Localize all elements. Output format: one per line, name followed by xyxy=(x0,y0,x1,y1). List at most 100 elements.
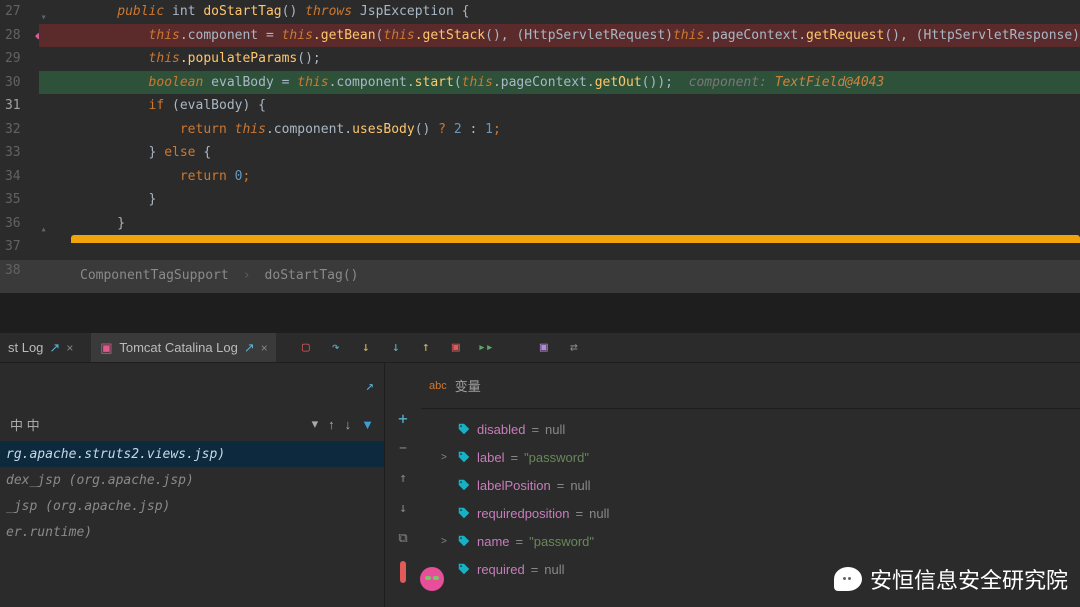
move-up-icon[interactable]: ↑ xyxy=(394,469,412,487)
variable-name: disabled xyxy=(477,422,525,437)
editor-gutter: 27 28 29 30 31 32 33 34 35 36 37 38 ◆ ✔ xyxy=(0,0,39,260)
equals-sign: = xyxy=(557,478,565,493)
step-out-icon[interactable]: ↑ xyxy=(418,340,434,356)
tag-icon xyxy=(457,562,471,576)
variables-list[interactable]: disabled = null > label = "password" labelP… xyxy=(421,409,1080,583)
line-number: 36 xyxy=(0,212,21,236)
variable-name: label xyxy=(477,450,504,465)
code-line[interactable]: ▾ public int doStartTag() throws JspExce… xyxy=(39,0,1080,24)
breadcrumb-class[interactable]: ComponentTagSupport xyxy=(80,268,229,283)
step-over-icon[interactable]: ↷ xyxy=(328,340,344,356)
equals-sign: = xyxy=(510,450,518,465)
filter-icon[interactable]: ▼ xyxy=(361,417,374,432)
expand-icon[interactable]: > xyxy=(441,452,451,463)
tag-icon xyxy=(457,450,471,464)
variable-name: requiredposition xyxy=(477,506,570,521)
add-watch-icon[interactable]: + xyxy=(394,409,412,427)
code-line-current[interactable]: boolean evalBody = this.component.start(… xyxy=(39,71,1080,95)
equals-sign: = xyxy=(576,506,584,521)
breadcrumb[interactable]: ComponentTagSupport › doStartTag() xyxy=(0,260,1080,293)
force-step-into-icon[interactable]: ↓ xyxy=(388,340,404,356)
move-down-icon[interactable]: ↓ xyxy=(394,499,412,517)
line-number: 27 xyxy=(0,0,21,24)
code-line[interactable] xyxy=(39,235,1080,259)
progress-bar xyxy=(71,235,1080,243)
variable-row[interactable]: required = null xyxy=(441,555,1080,583)
threads-selector[interactable]: 中 中 ▾ ↑ ↓ ▼ xyxy=(0,409,384,439)
open-external-icon[interactable]: ↗ xyxy=(244,340,255,356)
terminal-icon: ▣ xyxy=(99,341,113,355)
step-into-icon[interactable]: ↓ xyxy=(358,340,374,356)
arrow-down-icon[interactable]: ↓ xyxy=(345,417,352,432)
line-number: 34 xyxy=(0,165,21,189)
line-number: 30 xyxy=(0,71,21,95)
variable-row[interactable]: > name = "password" xyxy=(441,527,1080,555)
line-number: 32 xyxy=(0,118,21,142)
variable-row[interactable]: disabled = null xyxy=(441,415,1080,443)
line-number: 37 xyxy=(0,235,21,259)
line-number: 33 xyxy=(0,141,21,165)
vars-gutter: + − ↑ ↓ ⧉ xyxy=(385,363,421,607)
remove-watch-icon[interactable]: − xyxy=(394,439,412,457)
variable-name: name xyxy=(477,534,510,549)
threads-label: 中 中 xyxy=(10,415,40,434)
frame-item[interactable]: rg.apache.struts2.views.jsp) xyxy=(0,441,384,467)
variable-name: labelPosition xyxy=(477,478,551,493)
close-icon[interactable]: × xyxy=(66,341,73,355)
tool-tab-bar: st Log ↗ × ▣ Tomcat Catalina Log ↗ × ▢ ↷… xyxy=(0,333,1080,363)
show-execution-point-icon[interactable]: ▢ xyxy=(298,340,314,356)
code-area[interactable]: ▾ public int doStartTag() throws JspExce… xyxy=(39,0,1080,260)
debug-toolwindow: st Log ↗ × ▣ Tomcat Catalina Log ↗ × ▢ ↷… xyxy=(0,333,1080,607)
close-icon[interactable]: × xyxy=(261,341,268,355)
equals-sign: = xyxy=(516,534,524,549)
frame-item[interactable]: _jsp (org.apache.jsp) xyxy=(0,493,384,519)
tag-icon xyxy=(457,422,471,436)
evaluate-icon[interactable]: ▣ xyxy=(536,340,552,356)
code-line[interactable]: this.populateParams(); xyxy=(39,47,1080,71)
settings-icon[interactable]: ⇄ xyxy=(566,340,582,356)
tag-icon xyxy=(457,506,471,520)
expand-icon[interactable]: > xyxy=(441,536,451,547)
frames-panel: ↗ 中 中 ▾ ↑ ↓ ▼ rg.apache.struts2.views.js… xyxy=(0,363,385,607)
chevron-down-icon[interactable]: ▾ xyxy=(312,416,319,432)
code-line[interactable]: return 0; xyxy=(39,165,1080,189)
code-line[interactable]: } xyxy=(39,188,1080,212)
tool-tab-stlog[interactable]: st Log ↗ × xyxy=(0,333,81,362)
code-line[interactable]: if (evalBody) { xyxy=(39,94,1080,118)
separator-strip xyxy=(0,293,1080,333)
run-to-cursor-icon[interactable]: ▸▸ xyxy=(478,340,494,356)
tab-label: st Log xyxy=(8,340,43,355)
line-number: 28 xyxy=(0,24,21,48)
arrow-up-icon[interactable]: ↑ xyxy=(328,417,335,432)
variable-row[interactable]: > label = "password" xyxy=(441,443,1080,471)
open-external-icon[interactable]: ↗ xyxy=(49,340,60,356)
avatar-icon[interactable] xyxy=(420,567,444,591)
frame-item[interactable]: dex_jsp (org.apache.jsp) xyxy=(0,467,384,493)
variable-value: null xyxy=(589,506,609,521)
code-line[interactable]: } else { xyxy=(39,141,1080,165)
variable-value: null xyxy=(545,422,565,437)
line-number: 35 xyxy=(0,188,21,212)
code-line[interactable]: return this.component.usesBody() ? 2 : 1… xyxy=(39,118,1080,142)
variable-row[interactable]: labelPosition = null xyxy=(441,471,1080,499)
drop-frame-icon[interactable]: ▣ xyxy=(448,340,464,356)
breadcrumb-method[interactable]: doStartTag() xyxy=(265,268,359,283)
equals-sign: = xyxy=(531,562,539,577)
variable-value: "password" xyxy=(524,450,589,465)
debug-toolbar: ▢ ↷ ↓ ↓ ↑ ▣ ▸▸ ▣ ⇄ xyxy=(286,340,582,356)
tag-icon xyxy=(457,534,471,548)
variable-row[interactable]: requiredposition = null xyxy=(441,499,1080,527)
copy-icon[interactable]: ⧉ xyxy=(394,529,412,547)
open-external-icon[interactable]: ↗ xyxy=(366,378,374,394)
scroll-marker xyxy=(400,561,406,583)
code-line[interactable]: this.component = this.getBean(this.getSt… xyxy=(39,24,1080,48)
variables-panel: abc 变量 disabled = null>label = "password… xyxy=(421,363,1080,607)
tool-tab-catalina[interactable]: ▣ Tomcat Catalina Log ↗ × xyxy=(91,333,275,362)
code-line[interactable]: ▴ } xyxy=(39,212,1080,236)
frame-item[interactable]: er.runtime) xyxy=(0,519,384,545)
line-number: 38 xyxy=(0,259,21,283)
tag-icon xyxy=(457,478,471,492)
variable-value: "password" xyxy=(529,534,594,549)
abc-icon: abc xyxy=(429,380,447,392)
frames-list[interactable]: rg.apache.struts2.views.jsp)dex_jsp (org… xyxy=(0,439,384,545)
